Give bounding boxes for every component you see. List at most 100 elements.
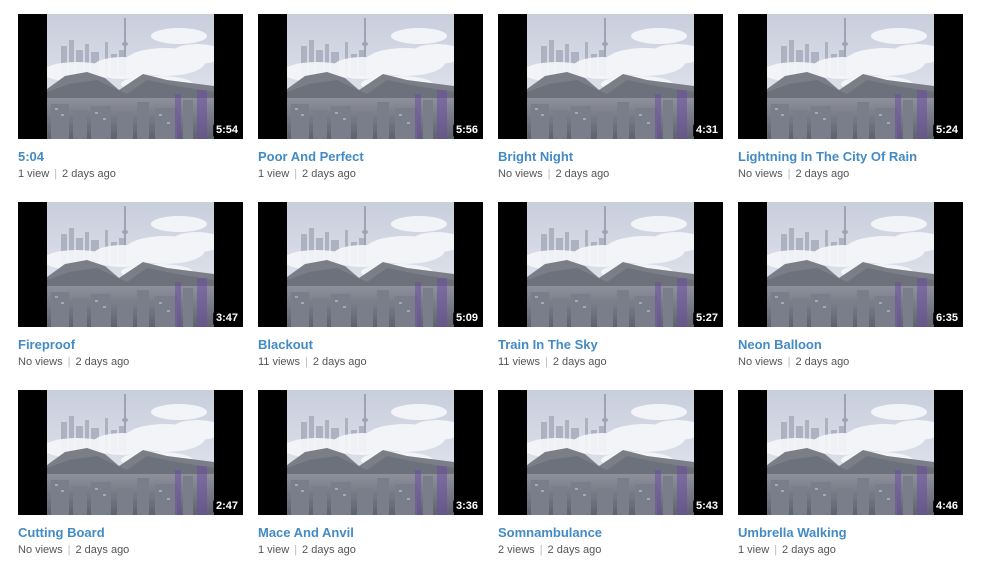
upload-age: 2 days ago [782, 544, 836, 556]
duration-badge: 3:47 [212, 312, 241, 325]
city-skyline-thumbnail-image [527, 390, 694, 515]
video-title-link[interactable]: Cutting Board [18, 525, 243, 541]
duration-badge: 5:24 [932, 124, 961, 137]
video-title-link[interactable]: Poor And Perfect [258, 149, 483, 165]
video-meta: 1 view | 2 days ago [258, 544, 483, 557]
view-count: 1 view [18, 168, 50, 180]
upload-age: 2 days ago [547, 544, 602, 556]
video-title-link[interactable]: Bright Night [498, 149, 723, 165]
upload-age: 2 days ago [312, 356, 367, 368]
city-skyline-thumbnail-image [767, 390, 934, 515]
meta-separator: | [787, 168, 791, 180]
city-skyline-thumbnail-image [47, 14, 214, 139]
upload-age: 2 days ago [75, 544, 130, 556]
view-count: No views [18, 356, 63, 368]
video-title-link[interactable]: Lightning In The City Of Rain [738, 149, 963, 165]
video-title-link[interactable]: Neon Balloon [738, 337, 963, 353]
view-count: 1 view [258, 544, 290, 556]
video-title-link[interactable]: Fireproof [18, 337, 243, 353]
view-count: 11 views [498, 356, 540, 368]
meta-separator: | [294, 544, 298, 556]
video-meta: No views | 2 days ago [498, 168, 723, 181]
video-card: 4:31 Bright Night No views | 2 days ago [498, 14, 723, 190]
view-count: 1 view [738, 544, 770, 556]
video-thumbnail[interactable]: 5:24 [738, 14, 963, 139]
city-skyline-thumbnail-image [287, 202, 454, 327]
video-title-link[interactable]: Somnambulance [498, 525, 723, 541]
duration-badge: 2:47 [212, 500, 241, 513]
view-count: 2 views [498, 544, 535, 556]
view-count: 1 view [258, 168, 290, 180]
video-title-link[interactable]: Blackout [258, 337, 483, 353]
city-skyline-thumbnail-image [767, 202, 934, 327]
meta-separator: | [774, 544, 778, 556]
video-title-link[interactable]: Umbrella Walking [738, 525, 963, 541]
video-title-link[interactable]: 5:04 [18, 149, 243, 165]
upload-age: 2 days ago [302, 168, 356, 180]
view-count: No views [498, 168, 543, 180]
city-skyline-thumbnail-image [287, 14, 454, 139]
video-thumbnail[interactable]: 2:47 [18, 390, 243, 515]
video-title-link[interactable]: Mace And Anvil [258, 525, 483, 541]
video-meta: 1 view | 2 days ago [18, 168, 243, 181]
video-card: 5:43 Somnambulance 2 views | 2 days ago [498, 390, 723, 566]
video-card: 5:54 5:04 1 view | 2 days ago [18, 14, 243, 190]
video-card: 5:56 Poor And Perfect 1 view | 2 days ago [258, 14, 483, 190]
video-thumbnail[interactable]: 5:27 [498, 202, 723, 327]
video-meta: No views | 2 days ago [18, 544, 243, 557]
view-count: No views [738, 168, 783, 180]
video-meta: 2 views | 2 days ago [498, 544, 723, 557]
upload-age: 2 days ago [555, 168, 610, 180]
meta-separator: | [547, 168, 551, 180]
video-card: 3:36 Mace And Anvil 1 view | 2 days ago [258, 390, 483, 566]
video-card: 6:35 Neon Balloon No views | 2 days ago [738, 202, 963, 378]
video-card: 3:47 Fireproof No views | 2 days ago [18, 202, 243, 378]
upload-age: 2 days ago [302, 544, 356, 556]
view-count: No views [18, 544, 63, 556]
meta-separator: | [294, 168, 298, 180]
view-count: No views [738, 356, 783, 368]
duration-badge: 3:36 [452, 500, 481, 513]
video-thumbnail[interactable]: 5:43 [498, 390, 723, 515]
video-thumbnail[interactable]: 4:46 [738, 390, 963, 515]
video-title-link[interactable]: Train In The Sky [498, 337, 723, 353]
video-meta: 11 views | 2 days ago [258, 356, 483, 369]
upload-age: 2 days ago [62, 168, 116, 180]
video-thumbnail[interactable]: 5:09 [258, 202, 483, 327]
video-thumbnail[interactable]: 3:47 [18, 202, 243, 327]
video-thumbnail[interactable]: 6:35 [738, 202, 963, 327]
video-meta: 1 view | 2 days ago [738, 544, 963, 557]
video-meta: No views | 2 days ago [738, 356, 963, 369]
video-card: 5:27 Train In The Sky 11 views | 2 days ag… [498, 202, 723, 378]
video-meta: No views | 2 days ago [738, 168, 963, 181]
duration-badge: 5:54 [212, 124, 241, 137]
upload-age: 2 days ago [75, 356, 130, 368]
video-card: 4:46 Umbrella Walking 1 view | 2 days ago [738, 390, 963, 566]
meta-separator: | [787, 356, 791, 368]
city-skyline-thumbnail-image [527, 14, 694, 139]
video-thumbnail[interactable]: 3:36 [258, 390, 483, 515]
meta-separator: | [54, 168, 58, 180]
meta-separator: | [539, 544, 543, 556]
video-thumbnail[interactable]: 4:31 [498, 14, 723, 139]
video-meta: No views | 2 days ago [18, 356, 243, 369]
video-thumbnail[interactable]: 5:54 [18, 14, 243, 139]
duration-badge: 4:46 [932, 500, 961, 513]
upload-age: 2 days ago [795, 168, 850, 180]
city-skyline-thumbnail-image [767, 14, 934, 139]
duration-badge: 5:43 [692, 500, 721, 513]
duration-badge: 5:27 [692, 312, 721, 325]
meta-separator: | [67, 544, 71, 556]
duration-badge: 5:56 [452, 124, 481, 137]
city-skyline-thumbnail-image [47, 202, 214, 327]
meta-separator: | [544, 356, 548, 368]
upload-age: 2 days ago [552, 356, 607, 368]
view-count: 11 views [258, 356, 300, 368]
meta-separator: | [304, 356, 308, 368]
video-card: 2:47 Cutting Board No views | 2 days ago [18, 390, 243, 566]
meta-separator: | [67, 356, 71, 368]
video-thumbnail[interactable]: 5:56 [258, 14, 483, 139]
city-skyline-thumbnail-image [287, 390, 454, 515]
duration-badge: 6:35 [932, 312, 961, 325]
city-skyline-thumbnail-image [527, 202, 694, 327]
